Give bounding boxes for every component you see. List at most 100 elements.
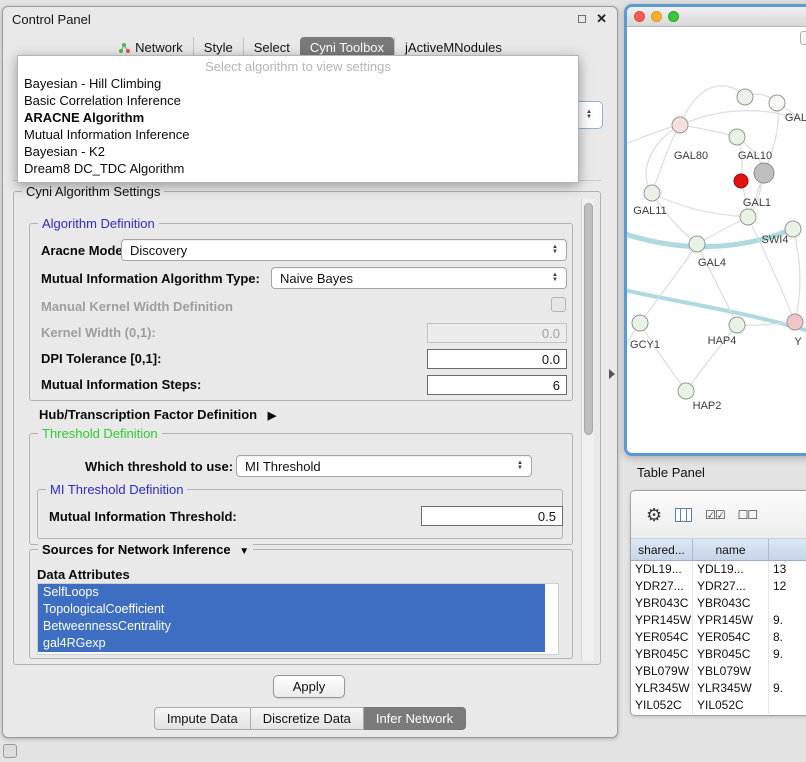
- cell: YBR043C: [693, 595, 769, 612]
- node-label: SWI4: [762, 234, 789, 246]
- network-node-labels: GAL80 GAL10 GAL11 GAL1 SWI4 GAL4 GCY1 HA…: [630, 112, 806, 412]
- list-item[interactable]: BetweennessCentrality: [38, 618, 545, 635]
- splitter-handle-icon[interactable]: [609, 369, 615, 379]
- deselect-all-columns-icon[interactable]: ☐☐: [738, 509, 758, 521]
- node[interactable]: [672, 117, 688, 133]
- cell: YER054C: [693, 629, 769, 646]
- select-all-columns-icon[interactable]: ☑☑: [705, 509, 725, 521]
- column-header[interactable]: name: [693, 539, 769, 560]
- network-view-window: GAL80 GAL10 GAL11 GAL1 SWI4 GAL4 GCY1 HA…: [624, 4, 806, 456]
- network-canvas[interactable]: GAL80 GAL10 GAL11 GAL1 SWI4 GAL4 GCY1 HA…: [627, 27, 806, 453]
- network-window-titlebar[interactable]: [627, 7, 806, 27]
- cell: 13: [769, 561, 806, 578]
- settings-scrollbar[interactable]: [581, 199, 594, 661]
- node-highlighted-gray[interactable]: [754, 163, 774, 183]
- sources-group-toggle[interactable]: Sources for Network Inference ▼: [38, 542, 253, 557]
- columns-icon[interactable]: [675, 508, 692, 522]
- node[interactable]: [632, 315, 648, 331]
- node-label: GAL11: [633, 205, 666, 217]
- table-row[interactable]: YBR045C YBR045C 9.: [631, 646, 806, 663]
- table-toolbar: ⚙ ☑☑ ☐☐: [631, 491, 806, 539]
- table-row[interactable]: YDR27... YDR27... 12: [631, 578, 806, 595]
- tab-label: jActiveMNodules: [405, 40, 502, 55]
- node-label: GAL4: [698, 257, 726, 269]
- apply-button[interactable]: Apply: [273, 675, 345, 698]
- list-item[interactable]: SelfLoops: [38, 584, 545, 601]
- table-row[interactable]: YBR043C YBR043C: [631, 595, 806, 612]
- cell: YDR27...: [693, 578, 769, 595]
- node[interactable]: [737, 89, 753, 105]
- tab-discretize-data[interactable]: Discretize Data: [251, 707, 364, 730]
- gear-icon[interactable]: ⚙: [646, 506, 662, 524]
- table-row[interactable]: YDL19... YDL19... 13: [631, 561, 806, 578]
- node[interactable]: [729, 317, 745, 333]
- node[interactable]: [787, 314, 803, 330]
- control-panel-window: Control Panel ◻ ✕ Network Style Select C…: [2, 6, 618, 738]
- manual-kernel-checkbox[interactable]: [551, 297, 566, 312]
- algorithm-combobox-fragment[interactable]: ▲▼: [579, 101, 603, 129]
- node-label: HAP4: [708, 335, 737, 347]
- birdseye-toggle-button[interactable]: [800, 31, 806, 45]
- close-icon[interactable]: ✕: [596, 11, 607, 27]
- node[interactable]: [769, 95, 785, 111]
- close-button[interactable]: [634, 11, 645, 22]
- dropdown-option[interactable]: Bayesian - Hill Climbing: [18, 75, 578, 92]
- spinner-arrows-icon: ▲▼: [547, 245, 563, 255]
- mi-threshold-field[interactable]: 0.5: [421, 506, 563, 526]
- mi-steps-field[interactable]: 6: [427, 375, 567, 395]
- list-item[interactable]: TopologicalCoefficient: [38, 601, 545, 618]
- selected-value: MI Threshold: [245, 459, 512, 474]
- dropdown-option-selected[interactable]: ARACNE Algorithm: [18, 109, 578, 126]
- zoom-button[interactable]: [668, 11, 679, 22]
- cell: YPR145W: [693, 612, 769, 629]
- dropdown-option[interactable]: Bayesian - K2: [18, 143, 578, 160]
- node[interactable]: [729, 129, 745, 145]
- node[interactable]: [740, 209, 756, 225]
- cell: YBR043C: [631, 595, 693, 612]
- cell: 8.: [769, 629, 806, 646]
- sources-title: Sources for Network Inference: [42, 542, 231, 557]
- column-header[interactable]: [769, 539, 806, 560]
- dropdown-option[interactable]: Basic Correlation Inference: [18, 92, 578, 109]
- field-value: 0.0: [542, 352, 560, 367]
- table-row[interactable]: YBL079W YBL079W: [631, 663, 806, 680]
- node-label: GAL8: [785, 112, 806, 124]
- table-row[interactable]: YER054C YER054C 8.: [631, 629, 806, 646]
- float-window-icon[interactable]: ◻: [577, 11, 587, 25]
- mi-type-select[interactable]: Naive Bayes ▲▼: [271, 267, 567, 289]
- restore-panel-icon[interactable]: [3, 744, 17, 758]
- aracne-mode-select[interactable]: Discovery ▲▼: [121, 239, 567, 261]
- cell: YBR045C: [693, 646, 769, 663]
- tab-infer-network[interactable]: Infer Network: [364, 707, 466, 730]
- data-attributes-label: Data Attributes: [37, 567, 130, 582]
- tab-impute-data[interactable]: Impute Data: [154, 707, 251, 730]
- node-selected-red[interactable]: [734, 174, 748, 188]
- algorithm-dropdown-popup: Select algorithm to view settings Bayesi…: [17, 55, 579, 183]
- group-title: Cyni Algorithm Settings: [22, 184, 164, 199]
- table-row[interactable]: YLR345W YLR345W 9.: [631, 680, 806, 697]
- scrollbar-thumb[interactable]: [584, 203, 593, 435]
- cell: YER054C: [631, 629, 693, 646]
- node[interactable]: [689, 236, 705, 252]
- cell: YLR345W: [693, 680, 769, 697]
- selected-value: Discovery: [130, 243, 547, 258]
- tab-label: Cyni Toolbox: [310, 40, 384, 55]
- hub-section-toggle[interactable]: Hub/Transcription Factor Definition ▶: [39, 407, 276, 422]
- table-row[interactable]: YPR145W YPR145W 9.: [631, 612, 806, 629]
- node[interactable]: [644, 185, 660, 201]
- dpi-tolerance-label: DPI Tolerance [0,1]:: [41, 351, 161, 366]
- list-item[interactable]: gal4RGexp: [38, 635, 545, 652]
- dropdown-placeholder: Select algorithm to view settings: [18, 58, 578, 75]
- which-threshold-select[interactable]: MI Threshold ▲▼: [236, 455, 532, 477]
- node[interactable]: [678, 383, 694, 399]
- tab-label: Network: [135, 40, 183, 55]
- table-row[interactable]: YIL052C YIL052C: [631, 697, 806, 714]
- dropdown-option[interactable]: Mutual Information Inference: [18, 126, 578, 143]
- data-attributes-list[interactable]: SelfLoops TopologicalCoefficient Between…: [37, 583, 559, 655]
- minimize-button[interactable]: [651, 11, 662, 22]
- dpi-tolerance-field[interactable]: 0.0: [427, 349, 567, 369]
- network-tab-icon: [118, 42, 130, 54]
- column-header[interactable]: shared...: [631, 539, 693, 560]
- dropdown-option[interactable]: Dream8 DC_TDC Algorithm: [18, 160, 578, 177]
- cell: YPR145W: [631, 612, 693, 629]
